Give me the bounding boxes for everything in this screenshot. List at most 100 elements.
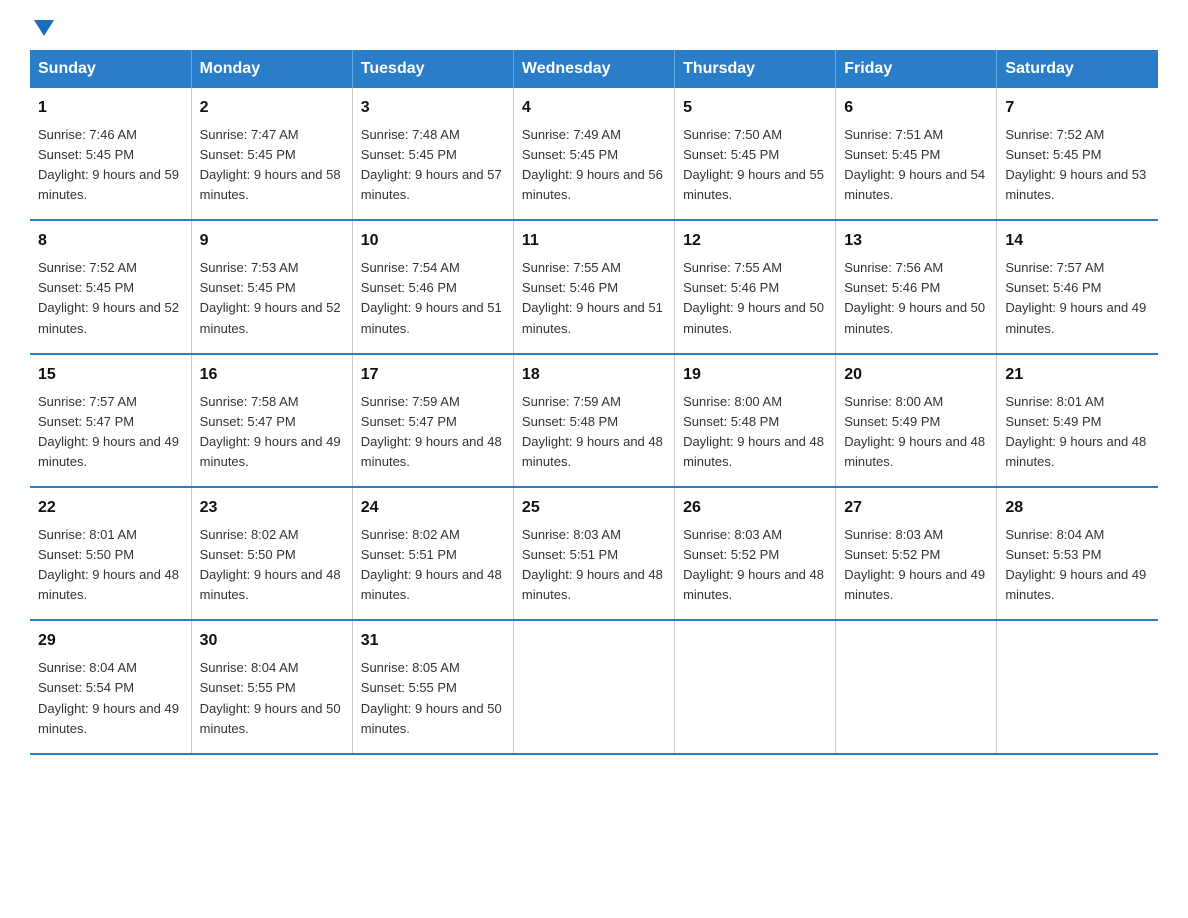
- logo-text: [30, 20, 54, 34]
- day-info: Sunrise: 7:52 AMSunset: 5:45 PMDaylight:…: [1005, 125, 1150, 206]
- day-info: Sunrise: 8:01 AMSunset: 5:49 PMDaylight:…: [1005, 392, 1150, 473]
- day-info: Sunrise: 7:49 AMSunset: 5:45 PMDaylight:…: [522, 125, 666, 206]
- day-info: Sunrise: 8:04 AMSunset: 5:54 PMDaylight:…: [38, 658, 183, 739]
- day-number: 7: [1005, 96, 1150, 121]
- day-info: Sunrise: 7:48 AMSunset: 5:45 PMDaylight:…: [361, 125, 505, 206]
- day-number: 13: [844, 229, 988, 254]
- calendar-body: 1 Sunrise: 7:46 AMSunset: 5:45 PMDaylight…: [30, 88, 1158, 754]
- week-row-2: 8 Sunrise: 7:52 AMSunset: 5:45 PMDaylight…: [30, 220, 1158, 353]
- day-number: 10: [361, 229, 505, 254]
- weekday-header-saturday: Saturday: [997, 50, 1158, 88]
- day-cell: 14Sunrise: 7:57 AMSunset: 5:46 PMDayligh…: [997, 220, 1158, 353]
- weekday-header-monday: Monday: [191, 50, 352, 88]
- day-info: Sunrise: 7:46 AMSunset: 5:45 PMDaylight:…: [38, 125, 183, 206]
- day-number: 25: [522, 496, 666, 521]
- logo-triangle-icon: [34, 20, 54, 36]
- weekday-header-friday: Friday: [836, 50, 997, 88]
- day-number: 20: [844, 363, 988, 388]
- day-info: Sunrise: 7:50 AMSunset: 5:45 PMDaylight:…: [683, 125, 827, 206]
- day-info: Sunrise: 7:57 AMSunset: 5:46 PMDaylight:…: [1005, 258, 1150, 339]
- weekday-header-wednesday: Wednesday: [513, 50, 674, 88]
- day-number: 21: [1005, 363, 1150, 388]
- day-number: 1: [38, 96, 183, 121]
- day-number: 23: [200, 496, 344, 521]
- day-cell: 8 Sunrise: 7:52 AMSunset: 5:45 PMDaylight…: [30, 220, 191, 353]
- day-cell: 23 Sunrise: 8:02 AMSunset: 5:50 PMDayligh…: [191, 487, 352, 620]
- week-row-4: 22Sunrise: 8:01 AMSunset: 5:50 PMDayligh…: [30, 487, 1158, 620]
- day-cell: 28 Sunrise: 8:04 AMSunset: 5:53 PMDayligh…: [997, 487, 1158, 620]
- day-info: Sunrise: 8:04 AMSunset: 5:55 PMDaylight:…: [200, 658, 344, 739]
- weekday-header-thursday: Thursday: [675, 50, 836, 88]
- day-number: 24: [361, 496, 505, 521]
- day-number: 15: [38, 363, 183, 388]
- day-cell: 12Sunrise: 7:55 AMSunset: 5:46 PMDayligh…: [675, 220, 836, 353]
- day-info: Sunrise: 8:00 AMSunset: 5:49 PMDaylight:…: [844, 392, 988, 473]
- day-info: Sunrise: 8:04 AMSunset: 5:53 PMDaylight:…: [1005, 525, 1150, 606]
- day-info: Sunrise: 8:03 AMSunset: 5:52 PMDaylight:…: [683, 525, 827, 606]
- day-number: 31: [361, 629, 505, 654]
- calendar-header: SundayMondayTuesdayWednesdayThursdayFrid…: [30, 50, 1158, 88]
- day-cell: 1 Sunrise: 7:46 AMSunset: 5:45 PMDaylight…: [30, 88, 191, 220]
- day-cell: 26 Sunrise: 8:03 AMSunset: 5:52 PMDayligh…: [675, 487, 836, 620]
- day-cell: 31 Sunrise: 8:05 AMSunset: 5:55 PMDayligh…: [352, 620, 513, 753]
- day-number: 5: [683, 96, 827, 121]
- day-info: Sunrise: 8:00 AMSunset: 5:48 PMDaylight:…: [683, 392, 827, 473]
- day-cell: 11Sunrise: 7:55 AMSunset: 5:46 PMDayligh…: [513, 220, 674, 353]
- day-cell: 15 Sunrise: 7:57 AMSunset: 5:47 PMDayligh…: [30, 354, 191, 487]
- day-cell: 21 Sunrise: 8:01 AMSunset: 5:49 PMDayligh…: [997, 354, 1158, 487]
- day-info: Sunrise: 7:59 AMSunset: 5:48 PMDaylight:…: [522, 392, 666, 473]
- day-cell: 20 Sunrise: 8:00 AMSunset: 5:49 PMDayligh…: [836, 354, 997, 487]
- logo: [30, 20, 54, 30]
- day-cell: [997, 620, 1158, 753]
- day-info: Sunrise: 7:57 AMSunset: 5:47 PMDaylight:…: [38, 392, 183, 473]
- day-number: 22: [38, 496, 183, 521]
- day-cell: 7 Sunrise: 7:52 AMSunset: 5:45 PMDaylight…: [997, 88, 1158, 220]
- day-number: 12: [683, 229, 827, 254]
- day-number: 3: [361, 96, 505, 121]
- day-number: 9: [200, 229, 344, 254]
- day-info: Sunrise: 7:54 AMSunset: 5:46 PMDaylight:…: [361, 258, 505, 339]
- day-number: 6: [844, 96, 988, 121]
- day-number: 18: [522, 363, 666, 388]
- day-info: Sunrise: 8:02 AMSunset: 5:50 PMDaylight:…: [200, 525, 344, 606]
- day-cell: 2Sunrise: 7:47 AMSunset: 5:45 PMDaylight…: [191, 88, 352, 220]
- day-cell: 24Sunrise: 8:02 AMSunset: 5:51 PMDayligh…: [352, 487, 513, 620]
- day-number: 29: [38, 629, 183, 654]
- day-cell: 4 Sunrise: 7:49 AMSunset: 5:45 PMDaylight…: [513, 88, 674, 220]
- day-number: 30: [200, 629, 344, 654]
- weekday-header-sunday: Sunday: [30, 50, 191, 88]
- day-cell: 13 Sunrise: 7:56 AMSunset: 5:46 PMDayligh…: [836, 220, 997, 353]
- day-info: Sunrise: 7:52 AMSunset: 5:45 PMDaylight:…: [38, 258, 183, 339]
- day-cell: [513, 620, 674, 753]
- day-cell: 30 Sunrise: 8:04 AMSunset: 5:55 PMDayligh…: [191, 620, 352, 753]
- week-row-3: 15 Sunrise: 7:57 AMSunset: 5:47 PMDayligh…: [30, 354, 1158, 487]
- day-cell: 10 Sunrise: 7:54 AMSunset: 5:46 PMDayligh…: [352, 220, 513, 353]
- day-number: 26: [683, 496, 827, 521]
- day-info: Sunrise: 7:55 AMSunset: 5:46 PMDaylight:…: [522, 258, 666, 339]
- day-info: Sunrise: 7:56 AMSunset: 5:46 PMDaylight:…: [844, 258, 988, 339]
- week-row-1: 1 Sunrise: 7:46 AMSunset: 5:45 PMDaylight…: [30, 88, 1158, 220]
- day-number: 28: [1005, 496, 1150, 521]
- day-number: 2: [200, 96, 344, 121]
- weekday-header-tuesday: Tuesday: [352, 50, 513, 88]
- day-cell: 27 Sunrise: 8:03 AMSunset: 5:52 PMDayligh…: [836, 487, 997, 620]
- day-cell: 3 Sunrise: 7:48 AMSunset: 5:45 PMDaylight…: [352, 88, 513, 220]
- day-cell: 25Sunrise: 8:03 AMSunset: 5:51 PMDayligh…: [513, 487, 674, 620]
- day-cell: 18 Sunrise: 7:59 AMSunset: 5:48 PMDayligh…: [513, 354, 674, 487]
- day-info: Sunrise: 8:05 AMSunset: 5:55 PMDaylight:…: [361, 658, 505, 739]
- day-number: 27: [844, 496, 988, 521]
- day-cell: 5 Sunrise: 7:50 AMSunset: 5:45 PMDaylight…: [675, 88, 836, 220]
- day-cell: 6Sunrise: 7:51 AMSunset: 5:45 PMDaylight…: [836, 88, 997, 220]
- day-cell: [836, 620, 997, 753]
- day-cell: [675, 620, 836, 753]
- day-info: Sunrise: 7:58 AMSunset: 5:47 PMDaylight:…: [200, 392, 344, 473]
- weekday-header-row: SundayMondayTuesdayWednesdayThursdayFrid…: [30, 50, 1158, 88]
- day-cell: 29 Sunrise: 8:04 AMSunset: 5:54 PMDayligh…: [30, 620, 191, 753]
- day-number: 8: [38, 229, 183, 254]
- day-cell: 19Sunrise: 8:00 AMSunset: 5:48 PMDayligh…: [675, 354, 836, 487]
- day-number: 4: [522, 96, 666, 121]
- day-info: Sunrise: 7:59 AMSunset: 5:47 PMDaylight:…: [361, 392, 505, 473]
- day-info: Sunrise: 8:03 AMSunset: 5:52 PMDaylight:…: [844, 525, 988, 606]
- week-row-5: 29 Sunrise: 8:04 AMSunset: 5:54 PMDayligh…: [30, 620, 1158, 753]
- day-cell: 22Sunrise: 8:01 AMSunset: 5:50 PMDayligh…: [30, 487, 191, 620]
